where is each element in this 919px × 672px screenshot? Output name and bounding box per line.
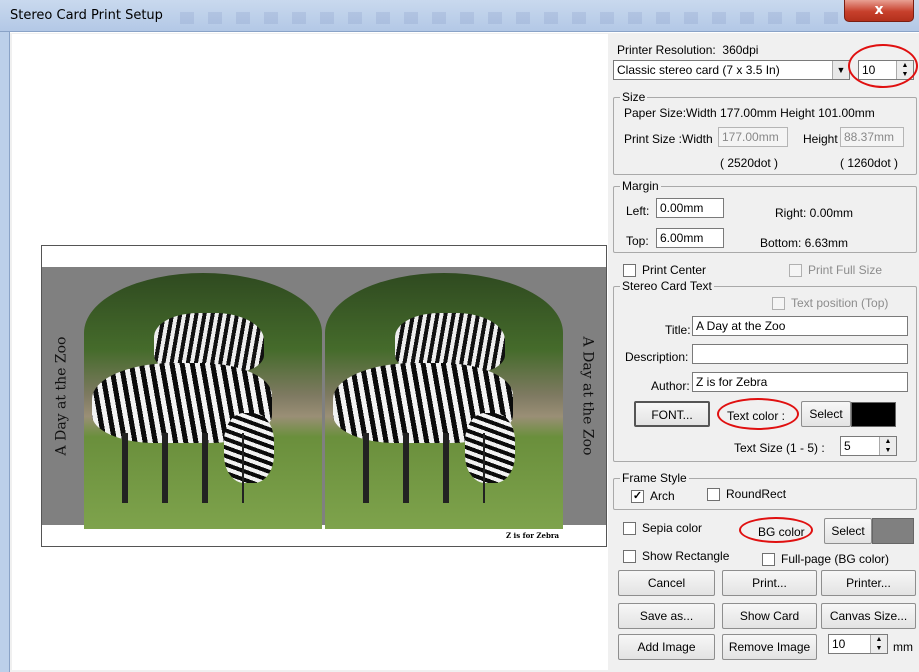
width-dots: ( 2520dot )	[720, 156, 779, 170]
add-image-button[interactable]: Add Image	[618, 634, 715, 660]
author-input[interactable]: Z is for Zebra	[692, 372, 908, 392]
roundrect-checkbox[interactable]: RoundRect	[707, 487, 786, 501]
margin-top-input[interactable]: 6.00mm	[656, 228, 724, 248]
window-title: Stereo Card Print Setup	[10, 8, 163, 23]
spin-arrows-icon[interactable]: ▲ ▼	[879, 437, 896, 455]
margin-top-label: Top:	[626, 234, 649, 248]
card-footer-text: Z is for Zebra	[506, 531, 560, 540]
sepia-color-checkbox[interactable]: Sepia color	[623, 521, 702, 535]
checkbox-box	[789, 263, 802, 277]
stereo-image-right	[325, 273, 563, 529]
print-width-field: 177.00mm	[718, 127, 788, 147]
text-size-value: 5	[844, 439, 851, 453]
checkbox-box[interactable]	[707, 487, 720, 501]
arch-checkbox[interactable]: ✓ Arch	[631, 489, 675, 503]
print-full-size-label: Print Full Size	[808, 263, 883, 277]
show-card-button[interactable]: Show Card	[722, 603, 817, 629]
text-position-label: Text position (Top)	[791, 296, 889, 310]
card-type-value: Classic stereo card (7 x 3.5 In)	[617, 63, 780, 77]
card-side-text-right: A Day at the Zoo	[572, 267, 602, 525]
description-label: Description:	[625, 350, 689, 364]
stereo-image-left	[84, 273, 322, 529]
print-height-field: 88.37mm	[840, 127, 904, 147]
margin-group-title: Margin	[620, 179, 661, 193]
highlight-circle	[739, 517, 813, 543]
zebra-legs	[104, 433, 244, 503]
save-as-button[interactable]: Save as...	[618, 603, 715, 629]
text-position-checkbox: Text position (Top)	[772, 296, 888, 310]
printer-button[interactable]: Printer...	[821, 570, 916, 596]
margin-left-label: Left:	[626, 204, 650, 218]
window-frame-left	[0, 32, 10, 672]
paper-size-text: Paper Size:Width 177.00mm Height 101.00m…	[624, 106, 875, 120]
resolution-label-text: Printer Resolution:	[617, 43, 716, 57]
resolution-value: 360dpi	[722, 43, 759, 57]
size-group-title: Size	[620, 90, 648, 104]
image-size-value: 10	[832, 637, 846, 651]
bg-color-swatch[interactable]	[872, 518, 914, 544]
arch-label: Arch	[650, 489, 675, 503]
title-input[interactable]: A Day at the Zoo	[692, 316, 908, 336]
card-side-text-left: A Day at the Zoo	[46, 267, 76, 525]
print-size-label: Print Size :Width	[624, 132, 713, 146]
close-button[interactable]: x	[844, 0, 914, 22]
height-dots: ( 1260dot )	[840, 156, 899, 170]
checkbox-box[interactable]	[762, 552, 775, 566]
roundrect-label: RoundRect	[726, 487, 787, 501]
cancel-button[interactable]: Cancel	[618, 570, 715, 596]
margin-right-text: Right: 0.00mm	[775, 206, 854, 220]
bg-color-select-button[interactable]: Select	[824, 518, 872, 544]
text-size-label: Text Size (1 - 5) :	[734, 441, 825, 455]
title-label: Title:	[665, 323, 691, 337]
highlight-circle	[848, 44, 918, 88]
printer-resolution-label: Printer Resolution: 360dpi	[617, 43, 758, 57]
full-page-checkbox[interactable]: Full-page (BG color)	[762, 552, 889, 566]
image-size-spinner[interactable]: 10 ▲ ▼	[828, 634, 888, 654]
side-text-left: A Day at the Zoo	[53, 336, 70, 456]
zebra-legs	[345, 433, 485, 503]
font-button[interactable]: FONT...	[634, 401, 710, 427]
preview-area: A Day at the Zoo A Day at the Zoo Z is f…	[12, 34, 608, 670]
description-input[interactable]	[692, 344, 908, 364]
image-size-unit: mm	[893, 640, 913, 654]
full-page-label: Full-page (BG color)	[781, 552, 890, 566]
show-rectangle-label: Show Rectangle	[642, 549, 730, 563]
stereo-card-preview: A Day at the Zoo A Day at the Zoo Z is f…	[41, 245, 607, 547]
checkbox-box[interactable]	[623, 521, 636, 535]
margin-bottom-text: Bottom: 6.63mm	[760, 236, 849, 250]
text-size-spinner[interactable]: 5 ▲ ▼	[840, 436, 897, 456]
print-full-size-checkbox: Print Full Size	[789, 263, 882, 277]
checkbox-box[interactable]	[623, 263, 636, 277]
print-height-label: Height	[803, 132, 838, 146]
margin-left-input[interactable]: 0.00mm	[656, 198, 724, 218]
sepia-color-label: Sepia color	[642, 521, 703, 535]
chevron-down-icon[interactable]: ▼	[832, 61, 849, 79]
title-bar: Stereo Card Print Setup x	[0, 0, 919, 32]
stereo-card-text-title: Stereo Card Text	[620, 279, 714, 293]
side-text-right: A Day at the Zoo	[579, 336, 596, 456]
print-center-label: Print Center	[642, 263, 707, 277]
author-label: Author:	[651, 379, 690, 393]
blurred-background-toolbar	[180, 12, 840, 24]
print-center-checkbox[interactable]: Print Center	[623, 263, 706, 277]
frame-style-title: Frame Style	[620, 471, 689, 485]
text-color-swatch[interactable]	[851, 402, 896, 427]
canvas-size-button[interactable]: Canvas Size...	[821, 603, 916, 629]
spin-arrows-icon[interactable]: ▲ ▼	[870, 635, 887, 653]
card-type-select[interactable]: Classic stereo card (7 x 3.5 In) ▼	[613, 60, 850, 80]
show-rectangle-checkbox[interactable]: Show Rectangle	[623, 549, 729, 563]
checkbox-box[interactable]	[623, 549, 636, 563]
text-color-select-button[interactable]: Select	[801, 401, 851, 427]
print-button[interactable]: Print...	[722, 570, 817, 596]
checkmark-icon[interactable]: ✓	[631, 489, 644, 503]
highlight-circle	[717, 398, 799, 430]
checkbox-box	[772, 296, 785, 310]
card-background: A Day at the Zoo A Day at the Zoo Z is f…	[42, 267, 606, 540]
remove-image-button[interactable]: Remove Image	[722, 634, 817, 660]
